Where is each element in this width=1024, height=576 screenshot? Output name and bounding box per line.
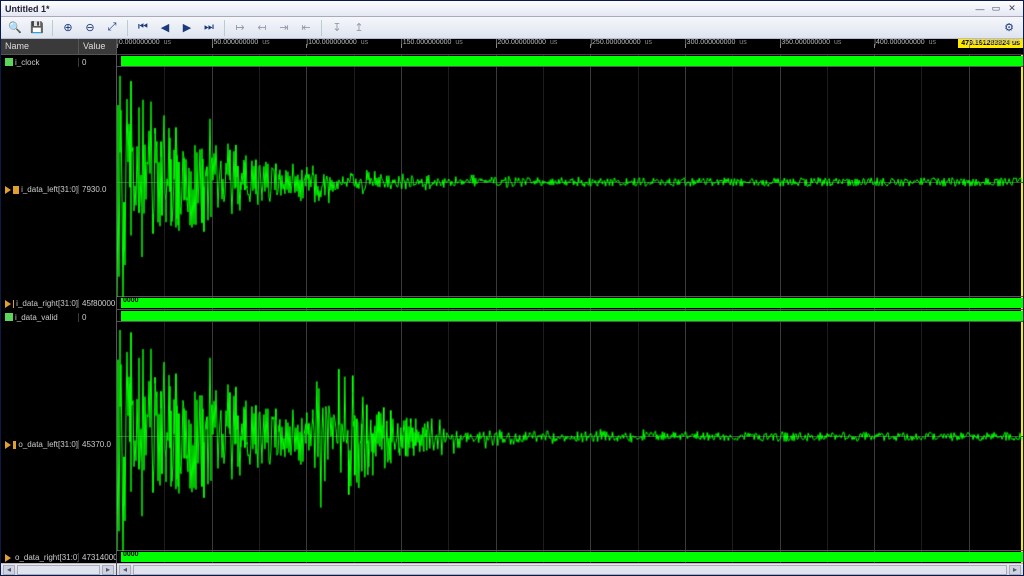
window-title: Untitled 1* bbox=[5, 4, 973, 14]
digital-lane[interactable] bbox=[117, 310, 1023, 322]
next-edge-icon[interactable]: ↤ bbox=[252, 19, 272, 37]
scroll-right-icon[interactable]: ▸ bbox=[102, 565, 114, 575]
ruler-tick: |450.000000000 us bbox=[969, 39, 1023, 46]
signal-value: 45f80000 bbox=[79, 299, 116, 308]
signal-name: i_clock bbox=[1, 58, 79, 67]
float-up-icon[interactable]: ↥ bbox=[349, 19, 369, 37]
scroll-track[interactable] bbox=[17, 565, 100, 575]
ruler-tick: |400.000000000 us bbox=[874, 39, 936, 46]
analog-waveform[interactable] bbox=[117, 67, 1023, 297]
app-window: Untitled 1* — ▭ ✕ 🔍 💾 ⊕ ⊖ ⤢ ⏮ ◀ ▶ ⏭ ↦ ↤ … bbox=[0, 0, 1024, 576]
signal-list[interactable]: i_clock0i_data_left[31:0]7930.0i_data_ri… bbox=[1, 55, 116, 563]
signal-row[interactable]: i_data_valid0 bbox=[1, 310, 116, 324]
signal-value: 0 bbox=[79, 58, 116, 67]
scroll-track[interactable] bbox=[133, 565, 1007, 575]
close-button[interactable]: ✕ bbox=[1005, 3, 1019, 15]
signal-value: 47314000 bbox=[79, 553, 116, 562]
scroll-left-icon[interactable]: ◂ bbox=[119, 565, 131, 575]
signal-value: 45370.0 bbox=[79, 440, 116, 449]
ruler-tick: |100.000000000 us bbox=[306, 39, 368, 46]
bus-lane[interactable]: 0000 bbox=[117, 551, 1023, 563]
analog-canvas bbox=[117, 67, 1023, 297]
signal-name: o_data_right[31:0] bbox=[1, 553, 79, 562]
bus-expand-icon[interactable] bbox=[5, 554, 11, 562]
remove-marker-icon[interactable]: ⇤ bbox=[296, 19, 316, 37]
signal-header: Name Value bbox=[1, 39, 116, 55]
zoom-out-icon[interactable]: ⊖ bbox=[80, 19, 100, 37]
bus-icon bbox=[13, 441, 16, 449]
ruler-tick: |200.000000000 us bbox=[496, 39, 558, 46]
scroll-left-icon[interactable]: ◂ bbox=[3, 565, 15, 575]
wave-hscroll[interactable]: ◂ ▸ bbox=[117, 563, 1023, 575]
signal-value: 0 bbox=[79, 313, 116, 322]
add-marker-icon[interactable]: ⇥ bbox=[274, 19, 294, 37]
zoom-fit-icon[interactable]: ⤢ bbox=[102, 19, 122, 37]
bus-expand-icon[interactable] bbox=[5, 441, 11, 449]
signal-hscroll[interactable]: ◂ ▸ bbox=[1, 563, 116, 575]
save-icon[interactable]: 💾 bbox=[27, 19, 47, 37]
bus-icon bbox=[13, 186, 19, 194]
bus-icon bbox=[13, 300, 14, 308]
digital-high-bar bbox=[121, 56, 1023, 66]
wire-icon bbox=[5, 58, 13, 66]
toolbar: 🔍 💾 ⊕ ⊖ ⤢ ⏮ ◀ ▶ ⏭ ↦ ↤ ⇥ ⇤ ↧ ↥ ⚙ bbox=[1, 17, 1023, 39]
signal-name: i_data_right[31:0] bbox=[1, 299, 79, 308]
bus-value-label: 0000 bbox=[123, 297, 139, 304]
signal-row[interactable]: i_data_left[31:0]7930.0 bbox=[1, 183, 116, 197]
waveform-panel: 479.161283824 us |0.000000000 us|50.0000… bbox=[117, 39, 1023, 575]
wire-icon bbox=[5, 313, 13, 321]
digital-lane[interactable] bbox=[117, 55, 1023, 67]
signal-panel: Name Value i_clock0i_data_left[31:0]7930… bbox=[1, 39, 117, 575]
search-icon[interactable]: 🔍 bbox=[5, 19, 25, 37]
analog-waveform[interactable] bbox=[117, 322, 1023, 550]
titlebar: Untitled 1* — ▭ ✕ bbox=[1, 1, 1023, 17]
signal-row[interactable]: o_data_right[31:0]47314000 bbox=[1, 551, 116, 565]
bus-lane[interactable]: 0000 bbox=[117, 297, 1023, 309]
float-down-icon[interactable]: ↧ bbox=[327, 19, 347, 37]
bus-expand-icon[interactable] bbox=[5, 300, 11, 308]
time-ruler[interactable]: 479.161283824 us |0.000000000 us|50.0000… bbox=[117, 39, 1023, 55]
ruler-tick: |350.000000000 us bbox=[780, 39, 842, 46]
bus-expand-icon[interactable] bbox=[5, 186, 11, 194]
ruler-tick: |300.000000000 us bbox=[685, 39, 747, 46]
signal-row[interactable]: i_clock0 bbox=[1, 55, 116, 69]
bus-bar bbox=[121, 552, 1023, 562]
col-value: Value bbox=[79, 39, 116, 54]
bus-bar bbox=[121, 298, 1023, 308]
main-area: Name Value i_clock0i_data_left[31:0]7930… bbox=[1, 39, 1023, 575]
ruler-tick: |150.000000000 us bbox=[401, 39, 463, 46]
step-fwd-icon[interactable]: ▶ bbox=[177, 19, 197, 37]
ruler-tick: |0.000000000 us bbox=[117, 39, 171, 46]
signal-value: 7930.0 bbox=[79, 185, 116, 194]
go-end-icon[interactable]: ⏭ bbox=[199, 19, 219, 37]
step-back-icon[interactable]: ◀ bbox=[155, 19, 175, 37]
digital-high-bar bbox=[121, 311, 1023, 321]
zoom-in-icon[interactable]: ⊕ bbox=[58, 19, 78, 37]
settings-icon[interactable]: ⚙ bbox=[999, 19, 1019, 37]
analog-canvas bbox=[117, 322, 1023, 550]
minimize-button[interactable]: — bbox=[973, 3, 987, 15]
signal-name: i_data_left[31:0] bbox=[1, 185, 79, 194]
go-start-icon[interactable]: ⏮ bbox=[133, 19, 153, 37]
prev-edge-icon[interactable]: ↦ bbox=[230, 19, 250, 37]
ruler-tick: |250.000000000 us bbox=[590, 39, 652, 46]
waveform-area[interactable]: 0000 0000 bbox=[117, 55, 1023, 563]
signal-row[interactable]: o_data_left[31:0]45370.0 bbox=[1, 438, 116, 452]
signal-name: i_data_valid bbox=[1, 313, 79, 322]
col-name: Name bbox=[1, 39, 79, 54]
ruler-tick: |50.000000000 us bbox=[212, 39, 270, 46]
signal-row[interactable]: i_data_right[31:0]45f80000 bbox=[1, 297, 116, 311]
signal-name: o_data_left[31:0] bbox=[1, 440, 79, 449]
bus-value-label: 0000 bbox=[123, 551, 139, 558]
scroll-right-icon[interactable]: ▸ bbox=[1009, 565, 1021, 575]
maximize-button[interactable]: ▭ bbox=[989, 3, 1003, 15]
